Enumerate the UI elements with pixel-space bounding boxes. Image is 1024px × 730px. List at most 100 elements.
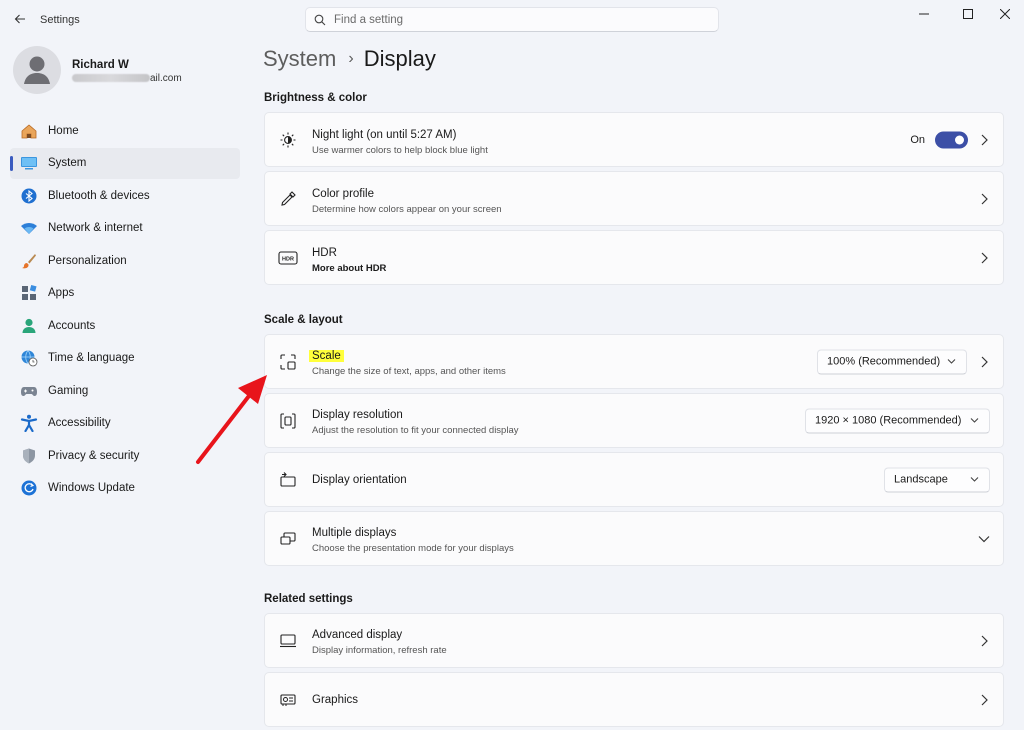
graphics-card[interactable]: Graphics bbox=[264, 672, 1004, 727]
resolution-dropdown[interactable]: 1920 × 1080 (Recommended) bbox=[805, 408, 990, 433]
chevron-right-icon[interactable] bbox=[977, 634, 991, 648]
eyedropper-icon bbox=[278, 189, 298, 209]
chevron-down-icon bbox=[970, 476, 979, 482]
orientation-dropdown[interactable]: Landscape bbox=[884, 467, 990, 492]
user-email: ail.com bbox=[72, 73, 182, 84]
person-icon bbox=[24, 56, 50, 84]
back-arrow-icon bbox=[14, 14, 25, 24]
brush-icon bbox=[20, 252, 38, 270]
scale-subtitle: Change the size of text, apps, and other… bbox=[312, 366, 506, 377]
orientation-icon bbox=[278, 470, 298, 490]
globe-clock-icon bbox=[20, 349, 38, 367]
svg-text:HDR: HDR bbox=[282, 256, 294, 262]
sidebar-item-personalization[interactable]: Personalization bbox=[10, 245, 240, 276]
update-icon bbox=[20, 479, 38, 497]
graphics-card-icon bbox=[278, 690, 298, 710]
scale-title: Scale bbox=[309, 350, 344, 362]
sidebar-item-windows-update[interactable]: Windows Update bbox=[10, 473, 240, 504]
scale-dropdown[interactable]: 100% (Recommended) bbox=[817, 349, 967, 374]
advanced-display-subtitle: Display information, refresh rate bbox=[312, 645, 447, 656]
bluetooth-icon bbox=[20, 187, 38, 205]
hdr-icon: HDR bbox=[278, 248, 298, 268]
sidebar-item-label: Gaming bbox=[48, 384, 89, 397]
sidebar-item-system[interactable]: System bbox=[10, 147, 240, 179]
night-light-toggle-label: On bbox=[910, 133, 925, 146]
hdr-title: HDR bbox=[312, 247, 337, 259]
scale-title-highlight: Scale bbox=[309, 350, 344, 362]
night-light-subtitle: Use warmer colors to help block blue lig… bbox=[312, 145, 488, 156]
chevron-right-icon[interactable] bbox=[977, 133, 991, 147]
back-button[interactable] bbox=[10, 9, 30, 29]
display-orientation-card[interactable]: Display orientation Landscape bbox=[264, 452, 1004, 507]
accounts-icon bbox=[20, 317, 38, 335]
page-title: Display bbox=[363, 46, 436, 71]
night-light-toggle[interactable] bbox=[935, 131, 968, 148]
sidebar-item-accounts[interactable]: Accounts bbox=[10, 310, 240, 341]
maximize-icon bbox=[963, 9, 973, 19]
night-light-card[interactable]: Night light (on until 5:27 AM) Use warme… bbox=[264, 112, 1004, 167]
chevron-down-icon bbox=[947, 358, 956, 364]
scale-icon bbox=[278, 352, 298, 372]
title-bar: Settings bbox=[0, 0, 1024, 40]
resolution-dropdown-value: 1920 × 1080 (Recommended) bbox=[815, 414, 962, 427]
search-input[interactable] bbox=[334, 13, 694, 26]
minimize-icon bbox=[919, 13, 929, 15]
sidebar-item-label: Accounts bbox=[48, 319, 96, 332]
close-icon bbox=[1000, 9, 1010, 19]
sidebar-item-apps[interactable]: Apps bbox=[10, 278, 240, 309]
sidebar-item-bluetooth[interactable]: Bluetooth & devices bbox=[10, 180, 240, 211]
section-title-scale-layout: Scale & layout bbox=[264, 314, 343, 326]
graphics-title: Graphics bbox=[312, 694, 359, 706]
advanced-display-card[interactable]: Advanced display Display information, re… bbox=[264, 613, 1004, 668]
night-light-title: Night light (on until 5:27 AM) bbox=[312, 129, 457, 141]
search-box[interactable] bbox=[305, 7, 719, 32]
chevron-right-icon[interactable] bbox=[977, 693, 991, 707]
sidebar-item-network[interactable]: Network & internet bbox=[10, 213, 240, 244]
sidebar-item-label: Privacy & security bbox=[48, 449, 140, 462]
toggle-knob bbox=[955, 135, 964, 144]
sidebar-item-label: Personalization bbox=[48, 254, 127, 267]
multiple-displays-card[interactable]: Multiple displays Choose the presentatio… bbox=[264, 511, 1004, 566]
scale-dropdown-value: 100% (Recommended) bbox=[827, 355, 941, 368]
chevron-right-icon[interactable] bbox=[977, 251, 991, 265]
chevron-right-icon[interactable] bbox=[977, 192, 991, 206]
display-resolution-subtitle: Adjust the resolution to fit your connec… bbox=[312, 425, 519, 436]
sidebar-item-label: Windows Update bbox=[48, 482, 135, 494]
multiple-displays-title: Multiple displays bbox=[312, 527, 397, 539]
color-profile-card[interactable]: Color profile Determine how colors appea… bbox=[264, 171, 1004, 226]
advanced-display-title: Advanced display bbox=[312, 629, 403, 641]
sidebar-item-home[interactable]: Home bbox=[10, 115, 240, 146]
minimize-button[interactable] bbox=[902, 2, 946, 26]
hdr-card[interactable]: HDR HDR More about HDR bbox=[264, 230, 1004, 285]
close-button[interactable] bbox=[983, 2, 1024, 26]
sidebar-item-time-language[interactable]: Time & language bbox=[10, 343, 240, 374]
sidebar-item-label: Time & language bbox=[48, 352, 135, 364]
brightness-icon bbox=[278, 130, 298, 150]
sidebar-item-label: System bbox=[48, 157, 87, 169]
app-title: Settings bbox=[40, 14, 80, 26]
chevron-down-icon bbox=[970, 417, 979, 423]
breadcrumb: System › Display bbox=[263, 46, 436, 72]
color-profile-title: Color profile bbox=[312, 188, 374, 200]
scale-card[interactable]: Scale Change the size of text, apps, and… bbox=[264, 334, 1004, 389]
hdr-more-link[interactable]: More about HDR bbox=[312, 263, 386, 274]
accessibility-icon bbox=[20, 414, 38, 432]
chevron-right-icon[interactable] bbox=[977, 355, 991, 369]
sidebar-item-label: Apps bbox=[48, 287, 75, 299]
multiple-displays-icon bbox=[278, 529, 298, 549]
section-title-brightness: Brightness & color bbox=[264, 92, 367, 104]
annotation-arrow-icon bbox=[196, 375, 267, 464]
display-resolution-card[interactable]: Display resolution Adjust the resolution… bbox=[264, 393, 1004, 448]
breadcrumb-parent-system[interactable]: System bbox=[263, 46, 336, 72]
orientation-dropdown-value: Landscape bbox=[894, 473, 948, 486]
sidebar-item-label: Home bbox=[48, 124, 79, 137]
sidebar-item-label: Accessibility bbox=[48, 417, 111, 429]
multiple-displays-subtitle: Choose the presentation mode for your di… bbox=[312, 543, 514, 554]
gamepad-icon bbox=[20, 382, 38, 400]
home-icon bbox=[20, 122, 38, 140]
chevron-down-icon[interactable] bbox=[977, 532, 991, 546]
search-icon bbox=[314, 14, 326, 25]
sidebar-item-label: Network & internet bbox=[48, 222, 143, 234]
display-resolution-title: Display resolution bbox=[312, 409, 403, 421]
avatar bbox=[13, 46, 61, 94]
